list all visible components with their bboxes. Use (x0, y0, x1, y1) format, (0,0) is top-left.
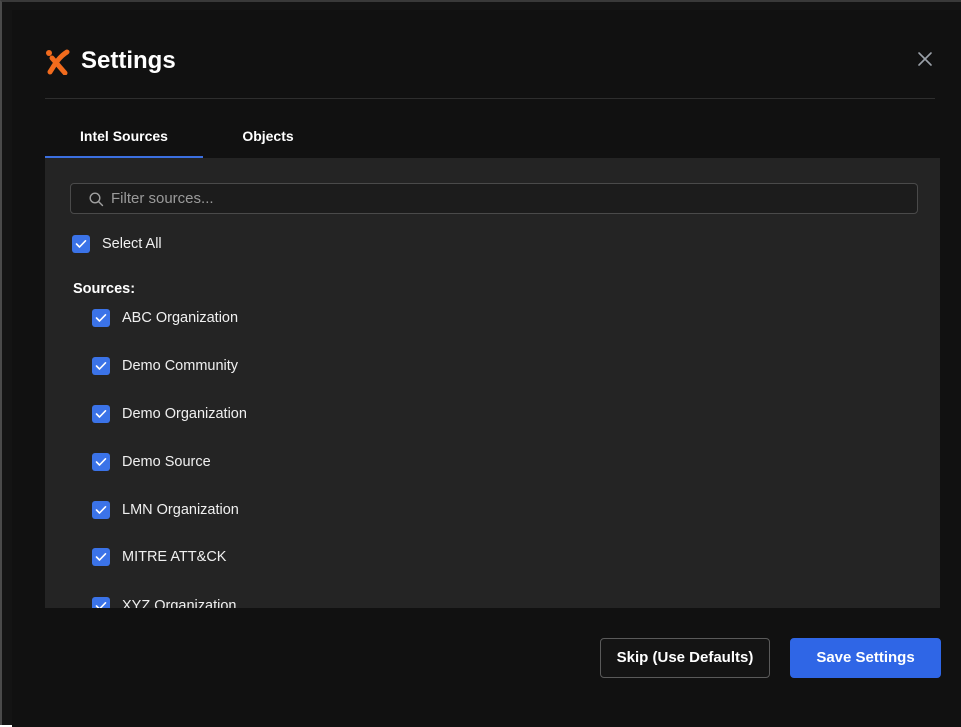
select-all-checkbox[interactable]: Select All (72, 234, 162, 254)
intel-sources-panel: Select All Sources: ABC Organization Dem… (45, 158, 940, 608)
source-label: XYZ Organization (122, 598, 237, 608)
filter-sources-input[interactable] (111, 184, 901, 213)
source-label: Demo Source (122, 454, 211, 470)
source-item-lmn-organization[interactable]: LMN Organization (92, 500, 239, 520)
checkbox-checked-icon[interactable] (92, 597, 110, 608)
tab-intel-sources[interactable]: Intel Sources (45, 120, 203, 158)
source-item-demo-organization[interactable]: Demo Organization (92, 404, 247, 424)
checkbox-checked-icon[interactable] (92, 405, 110, 423)
checkbox-checked-icon[interactable] (92, 453, 110, 471)
source-item-mitre-attack[interactable]: MITRE ATT&CK (92, 547, 226, 567)
checkbox-checked-icon[interactable] (92, 501, 110, 519)
close-icon[interactable] (915, 49, 935, 69)
settings-dialog: Settings Intel Sources Objects Sel (12, 10, 961, 727)
source-label: Demo Organization (122, 406, 247, 422)
window-frame: Settings Intel Sources Objects Sel (0, 0, 961, 727)
source-label: ABC Organization (122, 310, 239, 326)
app-logo-icon (46, 49, 70, 75)
source-label: LMN Organization (122, 502, 239, 518)
dialog-title: Settings (81, 47, 176, 74)
filter-sources-field[interactable] (70, 183, 918, 214)
checkbox-checked-icon[interactable] (92, 548, 110, 566)
source-label: Demo Community (122, 358, 239, 374)
dialog-header: Settings (45, 43, 935, 99)
source-item-xyz-organization[interactable]: XYZ Organization (92, 596, 236, 608)
select-all-label: Select All (102, 236, 162, 252)
source-label: MITRE ATT&CK (122, 549, 227, 565)
skip-use-defaults-button[interactable]: Skip (Use Defaults) (600, 638, 770, 678)
source-item-demo-community[interactable]: Demo Community (92, 356, 238, 376)
search-icon (89, 192, 104, 207)
checkbox-checked-icon[interactable] (92, 309, 110, 327)
tab-objects[interactable]: Objects (203, 120, 333, 156)
sources-heading: Sources: (73, 281, 136, 297)
source-item-demo-source[interactable]: Demo Source (92, 452, 211, 472)
source-item-abc-organization[interactable]: ABC Organization (92, 308, 238, 328)
checkbox-checked-icon[interactable] (72, 235, 90, 253)
tab-bar: Intel Sources Objects (45, 120, 325, 159)
save-settings-button[interactable]: Save Settings (790, 638, 941, 678)
checkbox-checked-icon[interactable] (92, 357, 110, 375)
